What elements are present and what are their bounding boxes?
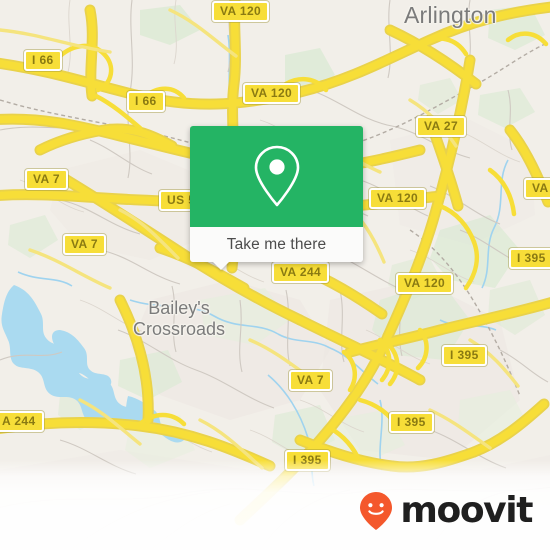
road-shield: I 66 [24,50,62,71]
place-label-arlington: Arlington [404,2,497,28]
road-shield: VA 120 [212,1,270,22]
road-shield: VA 7 [63,234,106,255]
road-shield: A 244 [0,411,44,432]
road-shield: I 66 [127,91,165,112]
road-shield: VA 27 [416,116,467,137]
road-shield: VA 120 [243,83,301,104]
road-shield: I 395 [442,345,487,366]
road-shield: VA 120 [369,188,427,209]
road-shield: VA 2 [524,178,550,199]
road-shield: I 395 [285,450,330,471]
road-shield: VA 244 [272,262,330,283]
road-shield: VA 7 [25,169,68,190]
popup-pointer-tail [212,261,230,270]
place-label-baileys-crossroads: Bailey's Crossroads [133,298,225,340]
road-shield: I 395 [509,248,550,269]
take-me-there-popup[interactable]: Take me there [190,126,363,270]
moovit-wordmark: moovit [400,490,533,531]
map-screen: .land { fill:#f2efe9; } .park { fill:#d9… [0,0,550,550]
road-shield: I 395 [389,412,434,433]
take-me-there-label: Take me there [226,235,327,253]
road-shield: VA 7 [289,370,332,391]
location-pin-icon [254,145,299,206]
popup-image-placeholder [190,126,363,227]
road-shield: VA 120 [396,273,454,294]
moovit-pin-smiley-icon [360,492,393,530]
place-label-line-2: Crossroads [133,319,226,339]
popup-action-bar[interactable]: Take me there [190,227,363,270]
place-label-line-1: Bailey's [148,298,210,318]
moovit-logo[interactable]: moovit [359,490,533,531]
